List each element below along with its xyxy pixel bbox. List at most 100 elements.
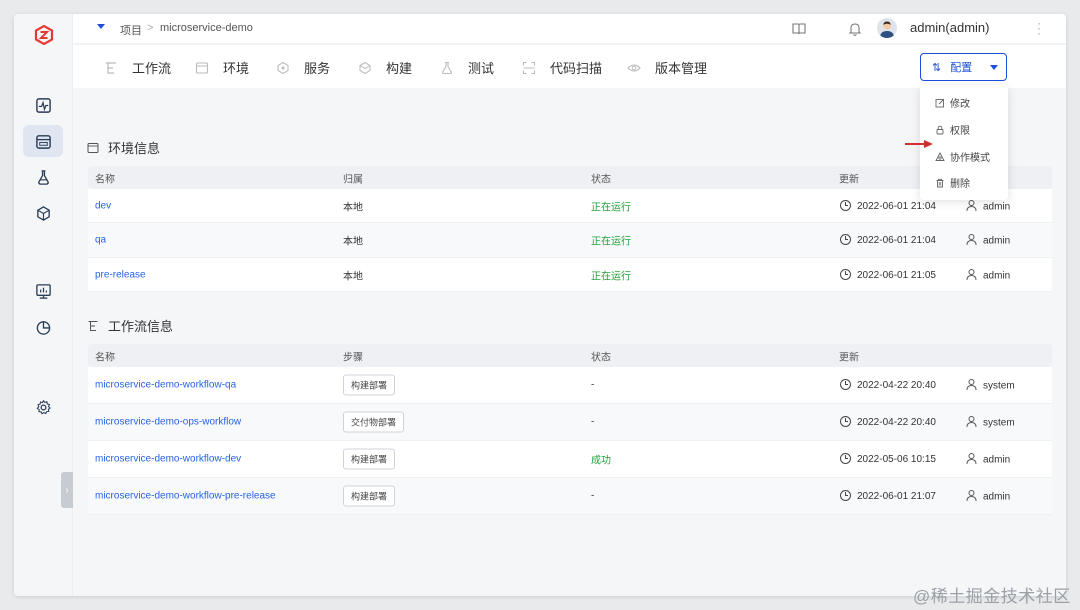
sidebar-item-monitor[interactable]: [23, 89, 63, 121]
tab-build[interactable]: 构建: [358, 58, 412, 77]
column-header: 状态: [591, 352, 611, 363]
workflow-table: 名称 步骤 状态 更新 microservice-demo-workflow-q…: [88, 344, 1052, 515]
workflow-status: -: [591, 416, 595, 428]
flask-icon: [37, 169, 49, 185]
breadcrumb-root[interactable]: 项目: [120, 22, 142, 38]
docs-book-icon[interactable]: [791, 21, 807, 37]
edit-icon: [935, 98, 945, 107]
column-header: 名称: [95, 174, 115, 185]
workflow-icon: [106, 61, 116, 74]
test-icon: [441, 61, 453, 74]
environment-icon: [195, 61, 209, 74]
more-options-icon[interactable]: · · ·: [1035, 17, 1043, 39]
menu-item-label: 协作模式: [950, 153, 990, 164]
column-header: 归属: [343, 174, 363, 185]
user-icon: [966, 416, 977, 428]
watermark: @稀土掘金技术社区: [913, 587, 1071, 606]
menu-item-delete[interactable]: 删除: [935, 175, 970, 190]
menu-item-label: 修改: [950, 99, 970, 110]
tab-label: 工作流: [132, 61, 172, 76]
table-row[interactable]: pre-release 本地 正在运行 2022-06-01 21:05 adm…: [88, 258, 1052, 292]
sidebar-item-settings[interactable]: [23, 391, 63, 423]
update-user: admin: [983, 491, 1011, 503]
tab-version[interactable]: 版本管理: [627, 58, 707, 77]
logo-icon: [34, 25, 54, 45]
env-name-link[interactable]: dev: [95, 200, 111, 211]
workflow-name-link[interactable]: microservice-demo-workflow-qa: [95, 380, 236, 391]
tab-code-scan[interactable]: 代码扫描: [522, 58, 602, 77]
menu-item-collaboration[interactable]: 协作模式: [935, 149, 990, 164]
env-status: 正在运行: [591, 236, 631, 248]
update-user: system: [983, 380, 1015, 392]
clock-icon: [840, 199, 851, 211]
avatar[interactable]: [877, 18, 897, 38]
update-time: 2022-06-01 21:04: [857, 235, 936, 246]
user-icon: [966, 268, 977, 280]
env-status: 正在运行: [591, 271, 631, 282]
tab-label: 构建: [386, 61, 413, 76]
table-header: 名称 步骤 状态 更新: [88, 344, 1052, 367]
main-area: 项目 > microservice-demo admin(admin) · · · …: [73, 14, 1066, 596]
step-tag: 构建部署: [343, 485, 396, 507]
sidebar-item-projects[interactable]: [23, 125, 63, 157]
clock-icon: [840, 379, 851, 390]
sidebar-item-dashboard[interactable]: [23, 275, 63, 307]
table-row[interactable]: microservice-demo-ops-workflow 交付物部署 - 2…: [88, 404, 1052, 441]
tab-test[interactable]: 测试: [440, 58, 494, 77]
content: 环境信息 名称 归属 状态 更新 dev 本地 正在运行 2022-06-01 …: [73, 88, 1066, 596]
user-icon: [966, 490, 977, 502]
collaboration-icon: [935, 151, 945, 161]
env-name-link[interactable]: pre-release: [95, 269, 146, 280]
tab-label: 测试: [468, 61, 495, 76]
table-row[interactable]: microservice-demo-workflow-qa 构建部署 - 202…: [88, 367, 1052, 404]
tab-workflow[interactable]: 工作流: [104, 58, 171, 77]
app-window: › 项目 > microservice-demo admin(admin) · ·…: [14, 14, 1066, 596]
table-row[interactable]: microservice-demo-workflow-dev 构建部署 成功 2…: [88, 441, 1052, 478]
update-time: 2022-06-01 21:04: [857, 200, 936, 212]
sidebar-item-testing[interactable]: [23, 161, 63, 193]
config-button[interactable]: ⇅ 配置: [920, 53, 1007, 81]
version-icon: [627, 63, 641, 72]
menu-item-label: 删除: [950, 179, 970, 190]
env-status: 正在运行: [591, 202, 631, 213]
tab-service[interactable]: 服务: [276, 58, 330, 77]
breadcrumb-separator: >: [147, 22, 154, 34]
top-bar: 项目 > microservice-demo admin(admin) · · ·: [73, 14, 1066, 44]
workflow-name-link[interactable]: microservice-demo-workflow-pre-release: [95, 491, 276, 502]
gear-icon: [35, 399, 51, 414]
breadcrumb-current: microservice-demo: [160, 22, 253, 34]
bell-icon[interactable]: [847, 21, 863, 37]
monitor-chart-icon: [35, 283, 51, 299]
config-button-label: 配置: [950, 62, 973, 74]
workflow-section-title: 工作流信息: [87, 316, 173, 335]
update-time: 2022-06-01 21:05: [857, 269, 936, 281]
table-header: 名称 归属 状态 更新: [88, 166, 1052, 189]
section-title-text: 环境信息: [108, 141, 161, 156]
env-section-title: 环境信息: [87, 138, 160, 157]
code-scan-icon: [522, 61, 536, 74]
user-icon: [966, 199, 977, 211]
workflow-name-link[interactable]: microservice-demo-workflow-dev: [95, 454, 241, 465]
column-header: 步骤: [343, 352, 363, 363]
clock-icon: [840, 453, 851, 464]
table-row[interactable]: dev 本地 正在运行 2022-06-01 21:04 admin: [88, 189, 1052, 223]
sidebar-item-artifacts[interactable]: [23, 197, 63, 229]
workflow-name-link[interactable]: microservice-demo-ops-workflow: [95, 417, 241, 428]
menu-item-edit[interactable]: 修改: [935, 95, 970, 110]
tab-label: 服务: [304, 61, 331, 76]
menu-item-permission[interactable]: 权限: [935, 122, 970, 137]
sidebar-collapse-handle[interactable]: ›: [61, 472, 73, 508]
user-name[interactable]: admin(admin): [910, 20, 989, 35]
sidebar-item-statistics[interactable]: [23, 311, 63, 343]
table-row[interactable]: qa 本地 正在运行 2022-06-01 21:04 admin: [88, 223, 1052, 258]
workflow-status: -: [591, 379, 595, 391]
tab-environment[interactable]: 环境: [195, 58, 249, 77]
service-icon: [277, 61, 289, 74]
workflow-icon: [88, 320, 98, 331]
column-header: 更新: [839, 352, 859, 363]
tab-label: 环境: [223, 61, 250, 76]
clock-icon: [840, 416, 851, 427]
project-switch-caret-icon[interactable]: [97, 24, 105, 29]
table-row[interactable]: microservice-demo-workflow-pre-release 构…: [88, 478, 1052, 515]
env-name-link[interactable]: qa: [95, 235, 106, 246]
